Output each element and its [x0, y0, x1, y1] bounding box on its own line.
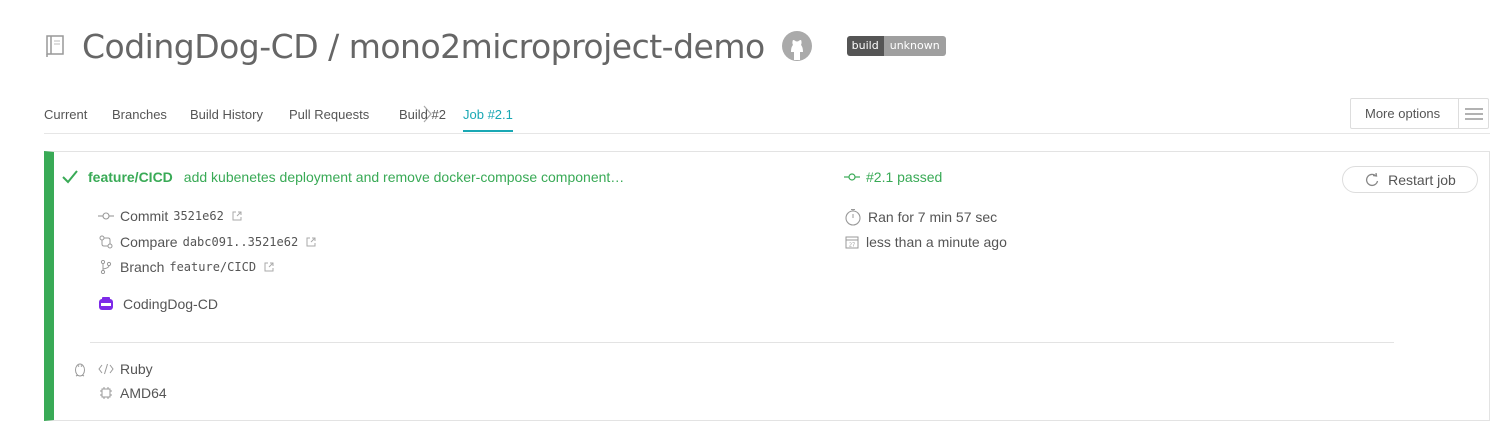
- job-status: #2.1 passed: [844, 169, 942, 185]
- compare-icon: [98, 234, 114, 250]
- finished-text: less than a minute ago: [866, 234, 1007, 250]
- commit-icon: [98, 208, 114, 224]
- language-text: Ruby: [120, 361, 153, 377]
- github-icon[interactable]: [781, 30, 813, 62]
- cpu-icon: [98, 385, 114, 401]
- branch-label: Branch: [120, 259, 165, 275]
- branch-row: Branch feature/CICD: [98, 259, 274, 275]
- commit-sha-link[interactable]: 3521e62: [173, 209, 224, 223]
- calendar-icon: 27: [844, 234, 860, 250]
- build-status-badge[interactable]: build unknown: [846, 36, 946, 56]
- commit-label: Commit: [120, 208, 169, 224]
- branch-icon: [98, 259, 114, 275]
- external-link-icon[interactable]: [232, 211, 242, 221]
- author-row: CodingDog-CD: [98, 296, 218, 312]
- tab-pull-requests[interactable]: Pull Requests: [289, 107, 369, 122]
- repo-title[interactable]: CodingDog-CD / mono2microproject-demo: [82, 27, 765, 66]
- author-name: CodingDog-CD: [123, 296, 218, 312]
- stopwatch-icon: [844, 208, 862, 226]
- job-card: feature/CICD add kubenetes deployment an…: [44, 151, 1490, 421]
- more-options-button[interactable]: More options: [1350, 98, 1489, 129]
- linux-icon: [72, 361, 88, 377]
- divider: [90, 342, 1394, 343]
- avatar: [98, 296, 114, 312]
- branch-link[interactable]: feature/CICD: [88, 169, 173, 185]
- job-summary: feature/CICD add kubenetes deployment an…: [62, 169, 624, 185]
- tab-build-history[interactable]: Build History: [190, 107, 263, 122]
- tab-branches[interactable]: Branches: [112, 107, 167, 122]
- language-row: Ruby: [72, 361, 153, 377]
- compare-row: Compare dabc091..3521e62: [98, 234, 316, 250]
- more-options-label: More options: [1365, 106, 1441, 121]
- tab-current[interactable]: Current: [44, 107, 87, 122]
- job-status-text: #2.1 passed: [866, 169, 943, 185]
- arch-text: AMD64: [120, 385, 167, 401]
- badge-label: build: [846, 36, 884, 56]
- repo-header: CodingDog-CD / mono2microproject-demo bu…: [44, 26, 946, 66]
- duration-row: Ran for 7 min 57 sec: [844, 208, 997, 226]
- badge-value: unknown: [883, 36, 946, 56]
- external-link-icon[interactable]: [264, 262, 274, 272]
- svg-text:27: 27: [849, 243, 855, 249]
- duration-text: Ran for 7 min 57 sec: [868, 209, 998, 225]
- restart-job-label: Restart job: [1388, 171, 1456, 188]
- restart-icon: [1364, 172, 1380, 188]
- book-icon: [44, 33, 66, 59]
- code-icon: [98, 361, 114, 377]
- tab-build[interactable]: Build #2: [399, 107, 446, 122]
- external-link-icon[interactable]: [306, 237, 316, 247]
- commit-row: Commit 3521e62: [98, 208, 242, 224]
- tab-job[interactable]: Job #2.1: [463, 107, 513, 122]
- job-tabs: Current Branches Build History Pull Requ…: [44, 98, 1490, 134]
- commit-message: add kubenetes deployment and remove dock…: [183, 169, 625, 185]
- restart-job-button[interactable]: Restart job: [1342, 166, 1478, 193]
- commit-icon: [844, 169, 860, 185]
- hamburger-icon[interactable]: [1458, 98, 1488, 129]
- check-icon: [62, 169, 78, 185]
- active-tab-indicator: [463, 130, 513, 132]
- branch-name-link[interactable]: feature/CICD: [169, 260, 256, 274]
- finished-row: 27 less than a minute ago: [844, 234, 1007, 250]
- compare-label: Compare: [120, 234, 178, 250]
- compare-range-link[interactable]: dabc091..3521e62: [183, 235, 299, 249]
- arch-row: AMD64: [98, 385, 167, 401]
